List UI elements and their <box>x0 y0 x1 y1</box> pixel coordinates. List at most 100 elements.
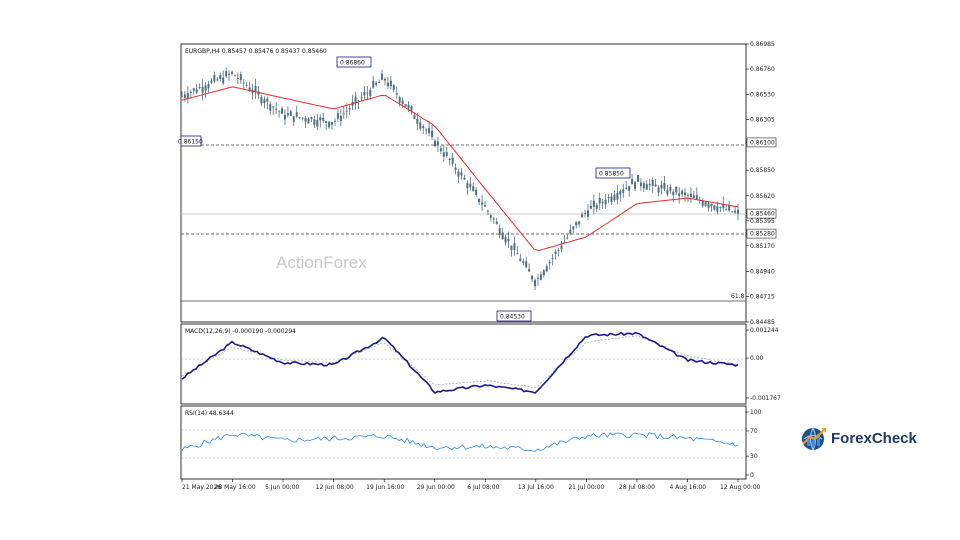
rsi-title: RSI(14) 48.6344 <box>185 410 234 417</box>
price-tick-label: 0.84715 <box>750 293 775 300</box>
candle-body <box>286 113 289 116</box>
rsi-tick-label: 70 <box>750 428 758 435</box>
rsi-tick-label: 30 <box>750 453 758 460</box>
watermark: ActionForex <box>276 253 367 272</box>
candle-body <box>457 171 460 177</box>
candle-body <box>484 205 487 207</box>
candle-body <box>331 122 334 125</box>
candle-body <box>419 122 422 129</box>
time-tick-label: 6 Jul 08:00 <box>467 484 499 491</box>
candle-body <box>507 238 510 242</box>
candle-body <box>339 116 342 122</box>
candle-body <box>304 118 307 122</box>
candle-body <box>395 93 398 95</box>
candle-body <box>737 209 739 214</box>
candle-body <box>213 74 216 82</box>
candle-body <box>607 196 610 199</box>
price-axis: 0.86985 0.86760 0.86530 0.86305 0.86100 0.858… <box>746 41 777 326</box>
candle-body <box>207 84 210 89</box>
candle-body <box>622 189 625 193</box>
candle-body <box>566 237 569 239</box>
price-tick-label: 0.85460 <box>750 211 775 218</box>
candle-body <box>413 115 416 119</box>
price-tick-label: 0.86100 <box>750 139 775 146</box>
macd-tick-label: 0.001244 <box>750 327 779 334</box>
candle-body <box>634 182 637 189</box>
candle-body <box>504 236 507 243</box>
candle-body <box>322 117 325 121</box>
svg-text:0.86860: 0.86860 <box>340 60 365 67</box>
candle-body <box>275 108 278 110</box>
candle-body <box>451 157 454 164</box>
time-axis: 21 May 202628 May 16:00 5 Jun 00:00 12 Jun… <box>181 479 761 491</box>
candle-body <box>725 209 728 211</box>
candle-body <box>386 82 389 87</box>
candle-body <box>628 185 631 191</box>
candle-body <box>345 110 348 112</box>
candle-body <box>439 148 442 152</box>
candle-body <box>460 172 463 176</box>
candle-body <box>701 201 704 206</box>
candle-body <box>348 108 351 110</box>
candle-body <box>401 100 404 104</box>
time-tick-label: 28 May 16:00 <box>215 484 256 491</box>
candle-body <box>534 280 537 287</box>
candle-body <box>584 213 587 215</box>
candle-body <box>528 269 531 272</box>
svg-text:0.84530: 0.84530 <box>500 314 525 321</box>
candle-body <box>372 81 375 88</box>
candle-body <box>531 275 534 280</box>
candle-body <box>498 228 501 235</box>
price-tick-label: 0.85850 <box>750 167 775 174</box>
candle-body <box>731 211 734 213</box>
candle-body <box>289 111 292 116</box>
candle-body <box>707 203 710 208</box>
candle-body <box>389 80 392 87</box>
candle-body <box>560 245 563 250</box>
time-tick-label: 28 Jul 08:00 <box>619 484 655 491</box>
candle-body <box>183 94 186 98</box>
candle-body <box>301 117 304 119</box>
candle-body <box>316 119 319 127</box>
candle-body <box>222 77 225 84</box>
candle-body <box>554 251 557 254</box>
globe-chart-icon <box>802 427 826 451</box>
candle-body <box>398 97 401 103</box>
candle-body <box>589 205 592 209</box>
candle-body <box>283 114 286 120</box>
candle-body <box>631 179 634 185</box>
candle-body <box>539 274 542 280</box>
candle-body <box>663 182 666 190</box>
candle-body <box>392 85 395 90</box>
candle-body <box>660 184 663 189</box>
candle-body <box>431 130 434 137</box>
candle-body <box>642 183 645 189</box>
candle-body <box>228 73 231 75</box>
candle-body <box>581 214 584 218</box>
candle-body <box>563 241 566 243</box>
candle-body <box>295 112 298 117</box>
candle-body <box>342 113 345 115</box>
candle-body <box>719 207 722 209</box>
candle-body <box>383 78 386 81</box>
candle-body <box>363 91 366 96</box>
time-tick-label: 12 Jun 08:00 <box>316 484 354 491</box>
candle-body <box>572 226 575 230</box>
price-tick-label: 0.86985 <box>750 41 775 48</box>
candle-body <box>233 75 236 77</box>
candle-body <box>333 121 336 123</box>
candle-body <box>281 108 284 114</box>
candle-body <box>478 198 481 203</box>
candle-body <box>654 184 657 187</box>
candle-body <box>310 117 313 119</box>
candle-body <box>436 141 439 145</box>
candle-body <box>595 205 598 209</box>
candle-body <box>192 88 195 91</box>
candle-body <box>716 206 719 212</box>
candle-body <box>586 210 589 217</box>
rsi-axis: 100 70 30 0 <box>746 409 762 479</box>
candle-body <box>513 243 516 250</box>
candle-body <box>375 82 378 85</box>
candle-body <box>189 91 192 94</box>
candle-body <box>734 210 737 213</box>
